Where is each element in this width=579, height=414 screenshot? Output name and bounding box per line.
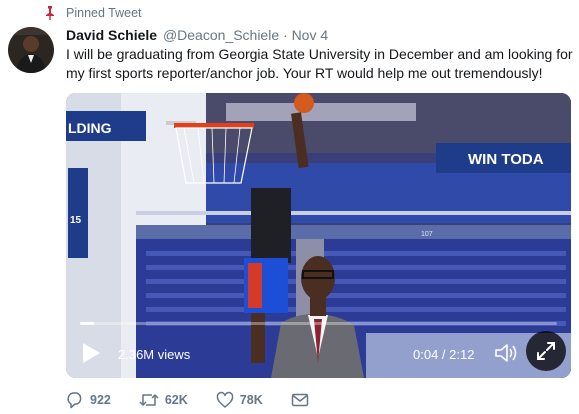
like-count: 78K — [239, 393, 263, 407]
section-text: 107 — [421, 231, 433, 238]
tweet-text: I will be graduating from Georgia State … — [66, 46, 573, 81]
play-icon — [83, 343, 100, 363]
pin-icon — [44, 6, 56, 20]
heart-icon — [216, 391, 234, 408]
tweet-actions: 922 62K 78K — [66, 390, 343, 410]
like-button[interactable]: 78K — [216, 391, 263, 409]
progress-fill — [80, 322, 95, 325]
tweet-date[interactable]: Nov 4 — [292, 27, 329, 43]
video-time: 0:04 / 2:12 — [413, 347, 475, 362]
envelope-icon — [291, 393, 308, 407]
sign-text: LDING — [68, 120, 112, 136]
progress-bar[interactable] — [80, 322, 557, 325]
pinned-label: Pinned Tweet — [66, 6, 142, 20]
view-count: 2.36M views — [118, 347, 191, 362]
direct-message-button[interactable] — [291, 392, 315, 408]
volume-button[interactable] — [494, 342, 518, 364]
reply-icon — [67, 392, 82, 409]
retweet-button[interactable]: 62K — [139, 391, 188, 409]
pillar-text: 15 — [70, 215, 82, 226]
tweet-header: David Schiele @Deacon_Schiele · Nov 4 — [66, 26, 328, 44]
fullscreen-icon — [537, 342, 555, 360]
avatar[interactable] — [8, 27, 54, 73]
reply-count: 922 — [90, 393, 111, 407]
separator-dot: · — [283, 27, 288, 43]
banner-text: WIN TODA — [468, 151, 544, 168]
retweet-icon — [139, 394, 159, 406]
video-frame: LDING 15 WIN TODA 107 — [66, 93, 571, 378]
author-handle[interactable]: @Deacon_Schiele — [163, 27, 279, 43]
play-button[interactable] — [78, 340, 104, 366]
author-name[interactable]: David Schiele — [66, 27, 157, 43]
fullscreen-button[interactable] — [526, 331, 566, 371]
video-player[interactable]: LDING 15 WIN TODA 107 2.36M views 0:04 /… — [66, 93, 571, 378]
retweet-count: 62K — [164, 393, 188, 407]
pinned-tweet-indicator: Pinned Tweet — [44, 5, 142, 21]
volume-icon — [495, 344, 517, 362]
reply-button[interactable]: 922 — [66, 391, 111, 409]
